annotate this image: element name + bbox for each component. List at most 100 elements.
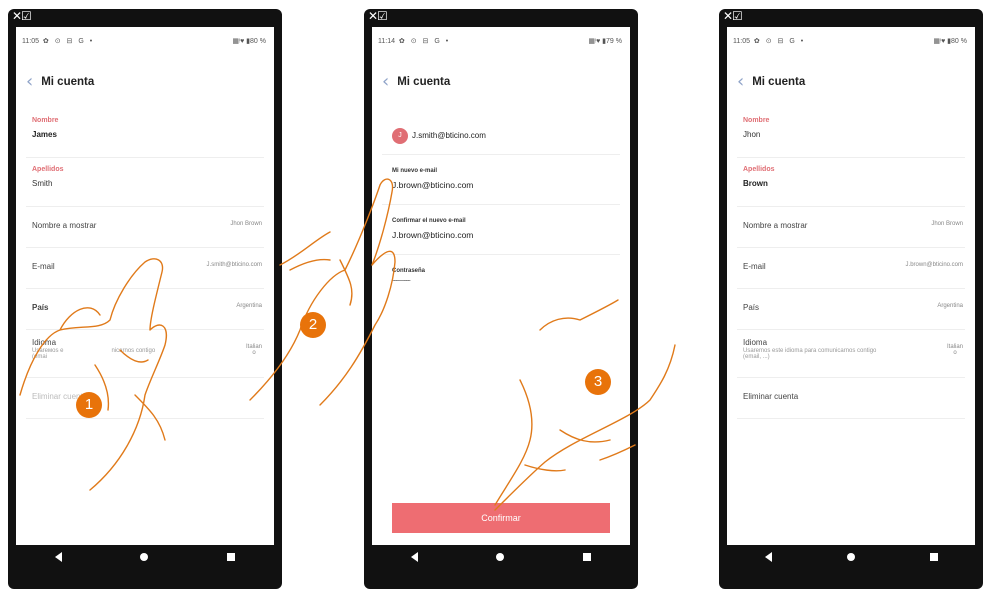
step-badge-1: 1 [76, 392, 102, 418]
language-subtext: Usaremos este idioma para comunicarnos c… [743, 348, 877, 360]
battery-level: ▦ᵎ♥ ▮79 % [588, 38, 622, 45]
change-email-form: J J.smith@bticino.com Mi nuevo e-mail J.… [382, 117, 620, 305]
password-input[interactable]: ................... [392, 276, 620, 283]
status-bar: 11:05 ✿ ⊙ ⊟ G • ▦ᵎ♥ ▮80 % [733, 35, 967, 47]
delete-account-row[interactable]: Eliminar cuenta [737, 378, 965, 419]
nav-back-icon[interactable] [764, 551, 772, 562]
phone-2: ✕☑ 11:14 ✿ ⊙ ⊟ G • ▦ᵎ♥ ▮79 % ‹ Mi cuenta… [364, 9, 638, 589]
email-row[interactable]: E-mail J.smith@bticino.com [26, 248, 264, 289]
header: ‹ Mi cuenta [737, 73, 805, 91]
last-name-label: Apellidos [32, 166, 64, 173]
country-value: Argentina [236, 303, 262, 309]
back-chevron-icon[interactable]: ‹ [382, 73, 389, 91]
status-time: 11:05 [733, 38, 750, 45]
current-email-row: J J.smith@bticino.com [382, 117, 620, 155]
display-name-label: Nombre a mostrar [743, 221, 808, 230]
confirm-email-field[interactable]: Confirmar el nuevo e-mail J.brown@bticin… [382, 205, 620, 255]
email-label: E-mail [743, 262, 766, 271]
last-name-field[interactable]: Apellidos Smith [26, 158, 264, 207]
status-icons: ✿ ⊙ ⊟ G • [42, 38, 95, 45]
password-label: Contraseña [392, 268, 426, 274]
display-name-label: Nombre a mostrar [32, 221, 97, 230]
page-title: Mi cuenta [41, 76, 95, 88]
account-list: Nombre Jhon Apellidos Brown Nombre a mos… [737, 109, 965, 419]
status-icons: ✿ ⊙ ⊟ G • [753, 38, 806, 45]
confirm-button[interactable]: Confirmar [392, 503, 610, 533]
country-value: Argentina [937, 303, 963, 309]
country-label: País [743, 303, 760, 312]
last-name-field[interactable]: Apellidos Brown [737, 158, 965, 207]
language-value: Italian o [245, 344, 262, 356]
phone-2-screen: 11:14 ✿ ⊙ ⊟ G • ▦ᵎ♥ ▮79 % ‹ Mi cuenta J … [372, 27, 630, 545]
header: ‹ Mi cuenta [382, 73, 450, 91]
back-chevron-icon[interactable]: ‹ [737, 73, 744, 91]
close-edit-icon: ✕☑ [723, 9, 743, 23]
close-edit-icon: ✕☑ [368, 9, 388, 23]
confirm-email-input[interactable]: J.brown@bticino.com [392, 230, 620, 240]
country-row[interactable]: País Argentina [737, 289, 965, 330]
phone-3: ✕☑ 11:05 ✿ ⊙ ⊟ G • ▦ᵎ♥ ▮80 % ‹ Mi cuenta… [719, 9, 983, 589]
close-edit-icon: ✕☑ [12, 9, 32, 23]
first-name-label: Nombre [743, 117, 770, 124]
android-navbar [727, 545, 975, 568]
status-icons: ✿ ⊙ ⊟ G • [398, 38, 451, 45]
battery-level: ▦ᵎ♥ ▮80 % [933, 38, 967, 45]
first-name-field[interactable]: Nombre Jhon [737, 109, 965, 158]
first-name-label: Nombre [32, 117, 59, 124]
delete-account-row[interactable]: Eliminar cuenta [26, 378, 264, 419]
confirm-email-label: Confirmar el nuevo e-mail [392, 218, 466, 224]
display-name-row[interactable]: Nombre a mostrar Jhon Brown [737, 207, 965, 248]
android-navbar [16, 545, 274, 568]
tutorial-illustration: ✕☑ 11:05 ✿ ⊙ ⊟ G • ▦ᵎ♥ ▮80 % ‹ Mi cuenta… [0, 0, 983, 589]
status-time: 11:14 [378, 38, 395, 45]
account-list: Nombre James Apellidos Smith Nombre a mo… [26, 109, 264, 419]
last-name-value: Brown [743, 179, 768, 188]
page-title: Mi cuenta [397, 76, 451, 88]
current-email-value: J.smith@bticino.com [412, 131, 486, 140]
nav-recent-icon[interactable] [226, 552, 235, 561]
country-label: País [32, 303, 49, 312]
nav-home-icon[interactable] [140, 552, 149, 561]
display-name-value: Jhon Brown [230, 221, 262, 227]
step-badge-3: 3 [585, 369, 611, 395]
back-chevron-icon[interactable]: ‹ [26, 73, 33, 91]
email-label: E-mail [32, 262, 55, 271]
status-bar: 11:05 ✿ ⊙ ⊟ G • ▦ᵎ♥ ▮80 % [22, 35, 266, 47]
android-navbar [372, 545, 630, 568]
delete-account-label: Eliminar cuenta [743, 392, 799, 401]
language-label: Idioma [743, 338, 768, 347]
first-name-value: Jhon [743, 130, 761, 139]
display-name-row[interactable]: Nombre a mostrar Jhon Brown [26, 207, 264, 248]
new-email-input[interactable]: J.brown@bticino.com [392, 180, 620, 190]
new-email-label: Mi nuevo e-mail [392, 168, 438, 174]
language-row[interactable]: Idioma Usareмos e nicarnos contigo (emai I… [26, 330, 264, 378]
phone-1: ✕☑ 11:05 ✿ ⊙ ⊟ G • ▦ᵎ♥ ▮80 % ‹ Mi cuenta… [8, 9, 282, 589]
nav-back-icon[interactable] [411, 551, 419, 562]
nav-recent-icon[interactable] [929, 552, 938, 561]
nav-home-icon[interactable] [846, 552, 855, 561]
phone-3-screen: 11:05 ✿ ⊙ ⊟ G • ▦ᵎ♥ ▮80 % ‹ Mi cuenta No… [727, 27, 975, 545]
nav-recent-icon[interactable] [582, 552, 591, 561]
first-name-value: James [32, 130, 57, 139]
language-subtext: Usareмos e nicarnos contigo (emai [32, 348, 156, 360]
first-name-field[interactable]: Nombre James [26, 109, 264, 158]
page-title: Mi cuenta [752, 76, 806, 88]
phone-1-screen: 11:05 ✿ ⊙ ⊟ G • ▦ᵎ♥ ▮80 % ‹ Mi cuenta No… [16, 27, 274, 545]
last-name-value: Smith [32, 179, 53, 188]
new-email-field[interactable]: Mi nuevo e-mail J.brown@bticino.com [382, 155, 620, 205]
language-label: Idioma [32, 338, 57, 347]
email-value: J.brown@bticino.com [905, 262, 963, 268]
password-field[interactable]: Contraseña ................... [382, 255, 620, 305]
email-row[interactable]: E-mail J.brown@bticino.com [737, 248, 965, 289]
battery-level: ▦ᵎ♥ ▮80 % [232, 38, 266, 45]
country-row[interactable]: País Argentina [26, 289, 264, 330]
nav-home-icon[interactable] [496, 552, 505, 561]
nav-back-icon[interactable] [55, 551, 63, 562]
avatar: J [392, 127, 408, 144]
email-value: J.smith@bticino.com [206, 262, 262, 268]
display-name-value: Jhon Brown [931, 221, 963, 227]
status-time: 11:05 [22, 38, 39, 45]
status-bar: 11:14 ✿ ⊙ ⊟ G • ▦ᵎ♥ ▮79 % [378, 35, 622, 47]
language-row[interactable]: Idioma Usaremos este idioma para comunic… [737, 330, 965, 378]
header: ‹ Mi cuenta [26, 73, 94, 91]
